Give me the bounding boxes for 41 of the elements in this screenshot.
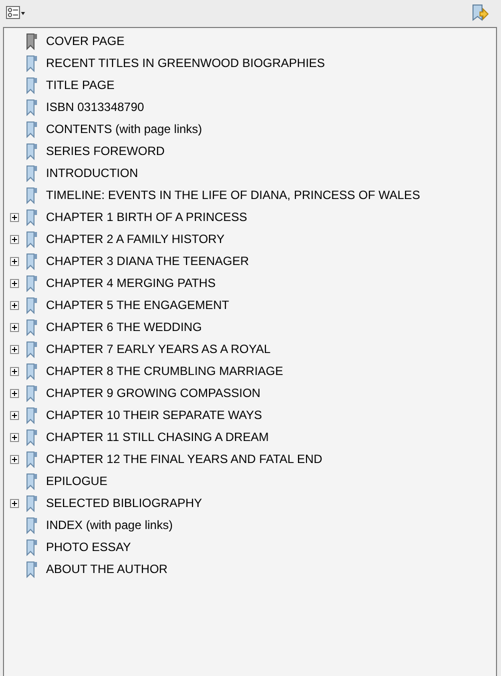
expand-icon[interactable] [10, 278, 19, 288]
expand-icon[interactable] [10, 366, 19, 376]
options-icon [6, 6, 26, 20]
expand-icon[interactable] [10, 322, 19, 332]
bookmark-label[interactable]: EPILOGUE [45, 473, 108, 489]
bookmark-label[interactable]: CHAPTER 8 THE CRUMBLING MARRIAGE [45, 363, 284, 379]
expand-icon[interactable] [10, 498, 19, 508]
bookmark-label[interactable]: CONTENTS (with page links) [45, 121, 204, 137]
bookmark-label[interactable]: CHAPTER 4 MERGING PATHS [45, 275, 217, 291]
expand-icon[interactable] [10, 454, 19, 464]
bookmark-label[interactable]: RECENT TITLES IN GREENWOOD BIOGRAPHIES [45, 55, 326, 71]
expand-icon[interactable] [10, 410, 19, 420]
bookmark-label[interactable]: CHAPTER 11 STILL CHASING A DREAM [45, 429, 270, 445]
bookmark-label[interactable]: ABOUT THE AUTHOR [45, 561, 169, 577]
expand-icon[interactable] [10, 344, 19, 354]
bookmark-label[interactable]: CHAPTER 1 BIRTH OF A PRINCESS [45, 209, 248, 225]
bookmark-label[interactable]: INDEX (with page links) [45, 517, 174, 533]
bookmark-label[interactable]: TIMELINE: EVENTS IN THE LIFE OF DIANA, PRINCESS OF WALES [45, 187, 422, 203]
bookmark-label[interactable]: CHAPTER 12 THE FINAL YEARS AND FATAL END [45, 451, 324, 467]
bookmark-label[interactable]: INTRODUCTION [45, 165, 139, 181]
bookmark-label[interactable]: COVER PAGE [45, 33, 126, 49]
bookmark-label[interactable]: CHAPTER 5 THE ENGAGEMENT [45, 297, 230, 313]
bookmark-label[interactable]: CHAPTER 2 A FAMILY HISTORY [45, 231, 226, 247]
expand-icon[interactable] [10, 388, 19, 398]
bookmark-label[interactable]: TITLE PAGE [45, 77, 116, 93]
expand-icon[interactable] [10, 234, 19, 244]
bookmark-label[interactable]: PHOTO ESSAY [45, 539, 132, 555]
bookmark-label[interactable]: SERIES FOREWORD [45, 143, 166, 159]
bookmark-label[interactable]: CHAPTER 10 THEIR SEPARATE WAYS [45, 407, 264, 423]
bookmark-label[interactable]: CHAPTER 7 EARLY YEARS AS A ROYAL [45, 341, 272, 357]
bookmark-label[interactable]: CHAPTER 6 THE WEDDING [45, 319, 203, 335]
expand-icon[interactable] [10, 300, 19, 310]
expand-icon[interactable] [10, 432, 19, 442]
bookmark-label[interactable]: CHAPTER 9 GROWING COMPASSION [45, 385, 262, 401]
bookmark-label[interactable]: ISBN 0313348790 [45, 99, 146, 115]
expand-icon[interactable] [10, 256, 19, 266]
bookmark-label[interactable]: CHAPTER 3 DIANA THE TEENAGER [45, 253, 250, 269]
expand-icon[interactable] [10, 212, 19, 222]
options-menu-button[interactable] [4, 4, 28, 22]
bookmark-arrow-icon[interactable] [471, 4, 489, 22]
bookmark-label[interactable]: SELECTED BIBLIOGRAPHY [45, 495, 204, 511]
